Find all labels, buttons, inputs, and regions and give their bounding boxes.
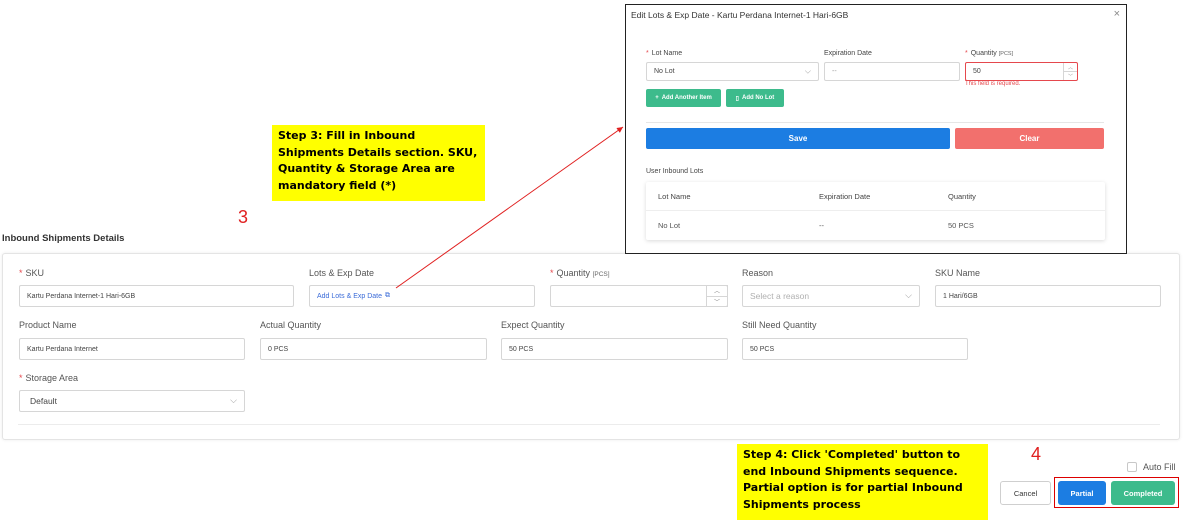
close-icon[interactable]: × [1114, 8, 1120, 20]
plus-icon: + [655, 95, 659, 101]
table-cell-expiration-date: -- [819, 221, 824, 230]
quantity-error-text: This field is required. [965, 81, 1021, 87]
chevron-down-icon[interactable]: ﹀ [1064, 72, 1077, 80]
auto-fill-checkbox[interactable] [1127, 462, 1137, 472]
user-inbound-lots-table: Lot Name Expiration Date Quantity No Lot… [646, 182, 1105, 240]
add-no-lot-button[interactable]: ▯ Add No Lot [726, 89, 784, 107]
modal-quantity-unit: [PCS] [998, 51, 1014, 57]
table-cell-lot-name: No Lot [658, 221, 681, 230]
chevron-down-icon: ⌵ [804, 66, 811, 75]
chevron-up-icon[interactable]: ︿ [1064, 63, 1077, 72]
add-another-item-button[interactable]: + Add Another Item [646, 89, 721, 107]
document-icon: ▯ [735, 95, 739, 102]
expiration-date-label: Expiration Date [824, 50, 872, 57]
highlight-box [1054, 477, 1179, 508]
modal-title: Edit Lots & Exp Date - Kartu Perdana Int… [631, 10, 849, 20]
lot-name-select[interactable]: No Lot ⌵ [646, 62, 819, 81]
add-another-item-label: Add Another Item [661, 95, 712, 101]
table-divider [646, 210, 1105, 211]
table-header-lot-name: Lot Name [658, 192, 691, 201]
add-no-lot-label: Add No Lot [741, 95, 775, 101]
edit-lots-modal: Edit Lots & Exp Date - Kartu Perdana Int… [625, 4, 1127, 254]
table-header-expiration-date: Expiration Date [819, 192, 871, 201]
modal-divider [646, 122, 1104, 123]
lot-name-value: No Lot [654, 68, 675, 75]
auto-fill-label: Auto Fill [1143, 462, 1176, 472]
table-header-quantity: Quantity [948, 192, 976, 201]
lot-name-label-text: Lot Name [651, 50, 683, 57]
save-button[interactable]: Save [646, 128, 950, 149]
lot-name-label: * Lot Name [646, 50, 682, 57]
modal-quantity-input[interactable]: 50 ︿ ﹀ [965, 62, 1078, 81]
required-marker: * [965, 50, 968, 57]
modal-quantity-value: 50 [973, 68, 981, 75]
modal-quantity-label-text: Quantity [970, 50, 997, 57]
clear-button[interactable]: Clear [955, 128, 1104, 149]
expiration-date-field[interactable]: -- [824, 62, 960, 81]
table-cell-quantity: 50 PCS [948, 221, 974, 230]
modal-quantity-label: * Quantity [PCS] [965, 50, 1013, 57]
cancel-button[interactable]: Cancel [1000, 481, 1051, 505]
user-inbound-lots-title: User Inbound Lots [646, 168, 704, 175]
required-marker: * [646, 50, 649, 57]
